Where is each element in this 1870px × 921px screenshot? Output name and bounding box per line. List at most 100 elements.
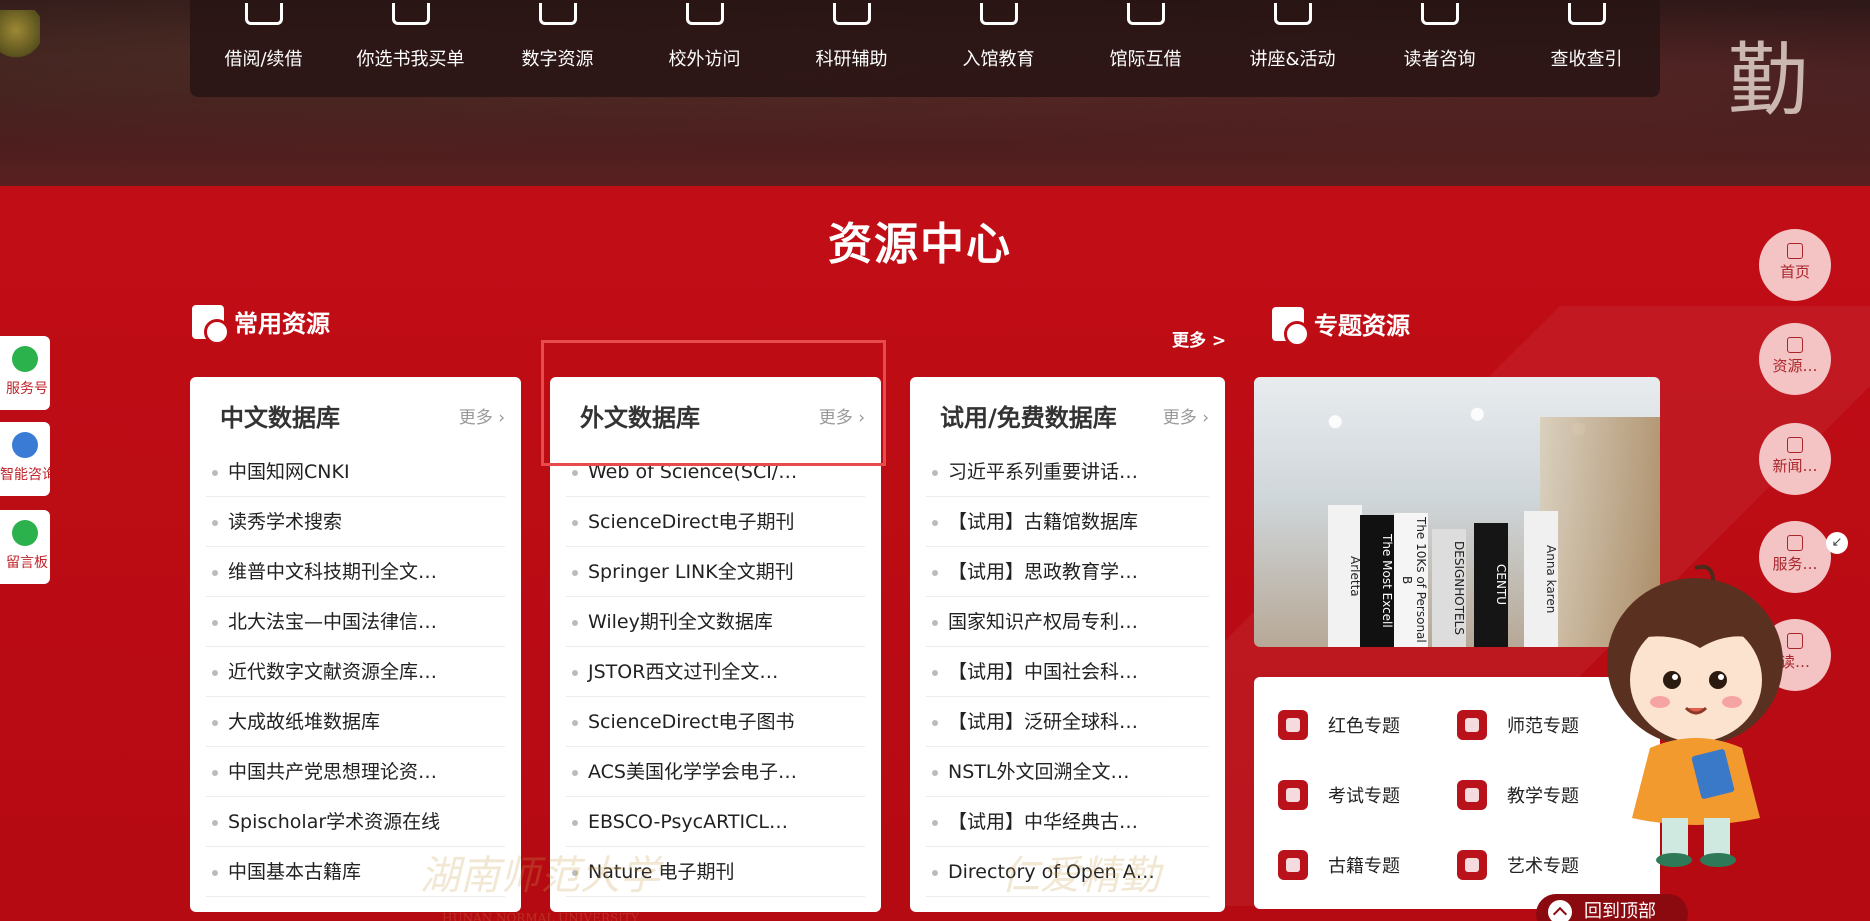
back-to-top-button[interactable]: 回到顶部 (1536, 894, 1688, 921)
database-link[interactable]: Springer LINK全文期刊 (566, 547, 865, 597)
service-label: 读者咨询 (1403, 49, 1476, 70)
database-link[interactable]: 中国共产党思想理论资… (206, 747, 505, 797)
database-link[interactable]: 【试用】泛研全球科… (926, 697, 1209, 747)
database-link[interactable]: Directory of Open A… (926, 847, 1209, 897)
database-link[interactable]: 读秀学术搜索 (206, 497, 505, 547)
news-icon (1787, 437, 1803, 453)
book-spine: DESIGNHOTELS (1432, 529, 1466, 647)
left-float-label: 留言板 (6, 555, 48, 571)
service-item[interactable]: 馆际互借 (1086, 3, 1206, 71)
topic-item[interactable]: 考试专题 (1278, 775, 1457, 815)
banner-calligraphy: 勤 (1728, 34, 1808, 127)
common-more-link[interactable]: 更多 > (1172, 326, 1226, 351)
database-link[interactable]: ACS美国化学学会电子… (566, 747, 865, 797)
grid-icon (1787, 535, 1803, 551)
database-link[interactable]: 习近平系列重要讲话… (926, 447, 1209, 497)
research-icon (832, 3, 871, 25)
right-float-label: 新闻… (1772, 457, 1818, 475)
right-float-button[interactable]: 服务… (1759, 521, 1831, 593)
service-item[interactable]: 借阅/续借 (204, 3, 324, 71)
topic-item[interactable]: 红色专题 (1278, 705, 1457, 745)
database-card-title: 中文数据库 (220, 403, 340, 432)
right-float-label: 资源… (1772, 357, 1818, 375)
special-topic-image[interactable]: Arletta The Most Excell The 10Ks of Person… (1254, 377, 1660, 647)
book-spine: CENTU (1474, 523, 1508, 647)
left-float-button[interactable]: 服务号 (0, 336, 50, 410)
watermark-school-en: HUNAN NORMAL UNIVERSITY (442, 911, 639, 921)
arrow-up-icon (1548, 900, 1572, 921)
education-icon (979, 3, 1018, 25)
presentation-icon (1273, 3, 1312, 25)
database-card-header: 中文数据库 更多 › (206, 397, 505, 433)
section-title: 资源中心 (828, 219, 1012, 270)
handshake-icon (1126, 3, 1165, 25)
database-link[interactable]: Web of Science(SCI/… (566, 447, 865, 497)
database-link[interactable]: 国家知识产权局专利… (926, 597, 1209, 647)
database-link[interactable]: 【试用】古籍馆数据库 (926, 497, 1209, 547)
database-link[interactable]: 大成故纸堆数据库 (206, 697, 505, 747)
database-link[interactable]: 【试用】中国社会科… (926, 647, 1209, 697)
topic-item[interactable]: 师范专题 (1457, 705, 1636, 745)
special-resource-icon (1272, 306, 1310, 347)
resource-list-icon (192, 304, 230, 345)
service-label: 校外访问 (668, 49, 741, 70)
collapse-float-button[interactable]: ↙ (1826, 532, 1848, 554)
database-link[interactable]: 【试用】思政教育学… (926, 547, 1209, 597)
database-link[interactable]: 北大法宝—中国法律信… (206, 597, 505, 647)
database-link[interactable]: Spischolar学术资源在线 (206, 797, 505, 847)
database-link[interactable]: ScienceDirect电子图书 (566, 697, 865, 747)
service-item[interactable]: 查收查引 (1527, 3, 1647, 71)
database-link[interactable]: Wiley期刊全文数据库 (566, 597, 865, 647)
service-item[interactable]: 你选书我买单 (351, 3, 471, 71)
leaf-decoration (0, 10, 40, 60)
service-item[interactable]: 校外访问 (645, 3, 765, 71)
service-item[interactable]: 读者咨询 (1380, 3, 1500, 71)
database-link[interactable]: 中国基本古籍库 (206, 847, 505, 897)
right-float-button[interactable]: 首页 (1759, 229, 1831, 301)
database-link[interactable]: 中国知网CNKI (206, 447, 505, 497)
top-banner: 借阅/续借 你选书我买单 数字资源 校外访问 科研辅助 入馆教育 馆际互借 讲座&活动 读者咨询… (0, 0, 1870, 186)
service-bar: 借阅/续借 你选书我买单 数字资源 校外访问 科研辅助 入馆教育 馆际互借 讲座&活动 读者咨询… (190, 0, 1660, 97)
right-float-label: 服务… (1772, 555, 1818, 573)
database-link[interactable]: EBSCO-PsycARTICL… (566, 797, 865, 847)
service-item[interactable]: 科研辅助 (792, 3, 912, 71)
service-item[interactable]: 数字资源 (498, 3, 618, 71)
database-link[interactable]: 近代数字文献资源全库… (206, 647, 505, 697)
service-label: 讲座&活动 (1249, 49, 1336, 70)
bookshelf (1540, 417, 1660, 647)
left-float-button[interactable]: 留言板 (0, 510, 50, 584)
database-link[interactable]: 维普中文科技期刊全文… (206, 547, 505, 597)
search-citation-icon (1567, 3, 1606, 25)
database-list: Web of Science(SCI/… ScienceDirect电子期刊 Spr… (566, 447, 865, 897)
right-float-button[interactable]: 读… (1759, 619, 1831, 691)
topic-item[interactable]: 艺术专题 (1457, 845, 1636, 885)
database-link[interactable]: JSTOR西文过刊全文… (566, 647, 865, 697)
home-icon (1787, 243, 1803, 259)
database-card-header: 试用/免费数据库 更多 › (926, 397, 1209, 433)
service-label: 入馆教育 (962, 49, 1035, 70)
database-link[interactable]: Nature 电子期刊 (566, 847, 865, 897)
left-float-button[interactable]: 智能咨询 (0, 422, 50, 496)
wechat-icon (12, 346, 38, 372)
database-link[interactable]: ScienceDirect电子期刊 (566, 497, 865, 547)
ancient-book-icon (1278, 850, 1308, 880)
art-icon (1457, 850, 1487, 880)
topic-label: 师范专题 (1507, 716, 1579, 737)
service-item[interactable]: 讲座&活动 (1233, 3, 1353, 71)
right-float-button[interactable]: 新闻… (1759, 423, 1831, 495)
service-item[interactable]: 入馆教育 (939, 3, 1059, 71)
database-link[interactable]: 【试用】中华经典古… (926, 797, 1209, 847)
database-link[interactable]: NSTL外文回溯全文… (926, 747, 1209, 797)
topic-label: 艺术专题 (1507, 856, 1579, 877)
database-more-link[interactable]: 更多 › (819, 403, 865, 428)
database-card-header: 外文数据库 更多 › (566, 397, 865, 433)
topic-item[interactable]: 古籍专题 (1278, 845, 1457, 885)
database-more-link[interactable]: 更多 › (1163, 403, 1209, 428)
database-more-link[interactable]: 更多 › (459, 403, 505, 428)
topic-item[interactable]: 教学专题 (1457, 775, 1636, 815)
right-float-button[interactable]: 资源… (1759, 323, 1831, 395)
back-to-top-label: 回到顶部 (1584, 901, 1656, 921)
teaching-icon (1457, 780, 1487, 810)
book-spine: The Most Excell (1360, 515, 1394, 647)
book-spine: The 10Ks of Personal B (1394, 513, 1428, 647)
